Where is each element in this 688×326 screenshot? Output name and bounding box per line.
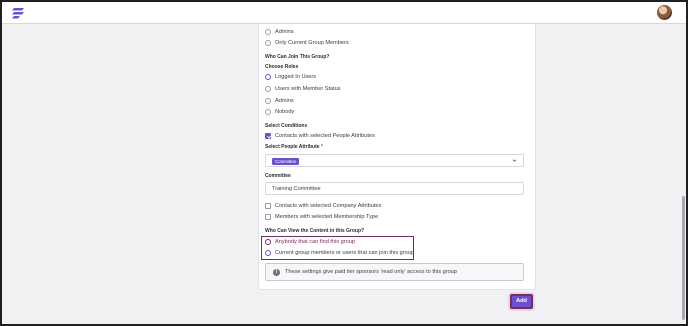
checkbox-icon[interactable] xyxy=(265,214,271,220)
select-conditions-label: Select Conditions xyxy=(265,123,308,129)
committee-input[interactable]: Training Committee xyxy=(265,182,524,195)
condition-people-attributes[interactable]: Contacts with selected People Attributes xyxy=(265,133,375,139)
condition-membership-type[interactable]: Members with selected Membership Type xyxy=(265,214,378,220)
view-option-anybody[interactable]: Anybody that can find this group xyxy=(265,239,355,245)
option-label: Contacts with selected Company Attribute… xyxy=(275,203,382,209)
role-option-admins[interactable]: Admins xyxy=(265,98,294,104)
role-option-nobody[interactable]: Nobody xyxy=(265,109,294,115)
radio-icon[interactable] xyxy=(265,109,271,115)
radio-selected-icon[interactable] xyxy=(265,250,271,256)
scrollbar-thumb[interactable] xyxy=(682,196,685,320)
option-label: Only Current Group Members xyxy=(275,40,349,46)
info-notice: i These settings give paid tier sponsors… xyxy=(265,263,524,281)
app-window: Admins Only Current Group Members Who Ca… xyxy=(0,0,688,326)
view-option-members[interactable]: Current group members or users that can … xyxy=(265,250,414,256)
top-navigation-bar xyxy=(2,2,686,24)
page-scrollbar[interactable] xyxy=(681,24,686,324)
radio-selected-icon[interactable] xyxy=(265,74,271,80)
option-label: Logged In Users xyxy=(275,74,317,80)
option-label: Anybody that can find this group xyxy=(275,239,355,245)
chevron-down-icon[interactable] xyxy=(512,158,517,163)
join-section-heading: Who Can Join This Group? xyxy=(265,54,330,60)
option-label: Current group members or users that can … xyxy=(275,250,414,256)
brand-logo-icon[interactable] xyxy=(11,6,25,20)
user-avatar[interactable] xyxy=(657,5,672,20)
field-label-text: Select People Attribute xyxy=(265,144,320,150)
visibility-option-admins[interactable]: Admins xyxy=(265,29,294,35)
selected-attribute-tag[interactable]: Committee xyxy=(272,158,300,165)
option-label: Admins xyxy=(275,98,294,104)
role-option-logged-in[interactable]: Logged In Users xyxy=(265,74,316,80)
checkbox-icon[interactable] xyxy=(265,203,271,209)
radio-icon[interactable] xyxy=(265,40,271,46)
info-text: These settings give paid tier sponsors '… xyxy=(285,269,457,275)
option-label: Nobody xyxy=(275,109,295,115)
required-mark: * xyxy=(320,144,323,150)
committee-value: Training Committee xyxy=(272,186,321,192)
people-attribute-select[interactable]: Committee xyxy=(265,154,524,167)
info-icon: i xyxy=(273,268,280,276)
radio-icon[interactable] xyxy=(265,29,271,35)
committee-label: Committee xyxy=(265,173,291,179)
option-label: Members with selected Membership Type xyxy=(275,214,379,220)
choose-roles-label: Choose Roles xyxy=(265,64,299,70)
add-button[interactable]: Add xyxy=(510,294,533,309)
option-label: Admins xyxy=(275,29,294,35)
radio-icon[interactable] xyxy=(265,98,271,104)
option-label: Users with Member Status xyxy=(275,86,341,92)
radio-icon[interactable] xyxy=(265,86,271,92)
people-attribute-label: Select People Attribute * xyxy=(265,144,323,150)
view-section-heading: Who Can View the Content in this Group? xyxy=(265,228,365,234)
condition-company-attributes[interactable]: Contacts with selected Company Attribute… xyxy=(265,203,381,209)
radio-icon[interactable] xyxy=(265,239,271,245)
option-label: Contacts with selected People Attributes xyxy=(275,133,375,139)
checkbox-checked-icon[interactable] xyxy=(265,133,271,139)
role-option-member-status[interactable]: Users with Member Status xyxy=(265,86,341,92)
visibility-option-current-members[interactable]: Only Current Group Members xyxy=(265,40,349,46)
